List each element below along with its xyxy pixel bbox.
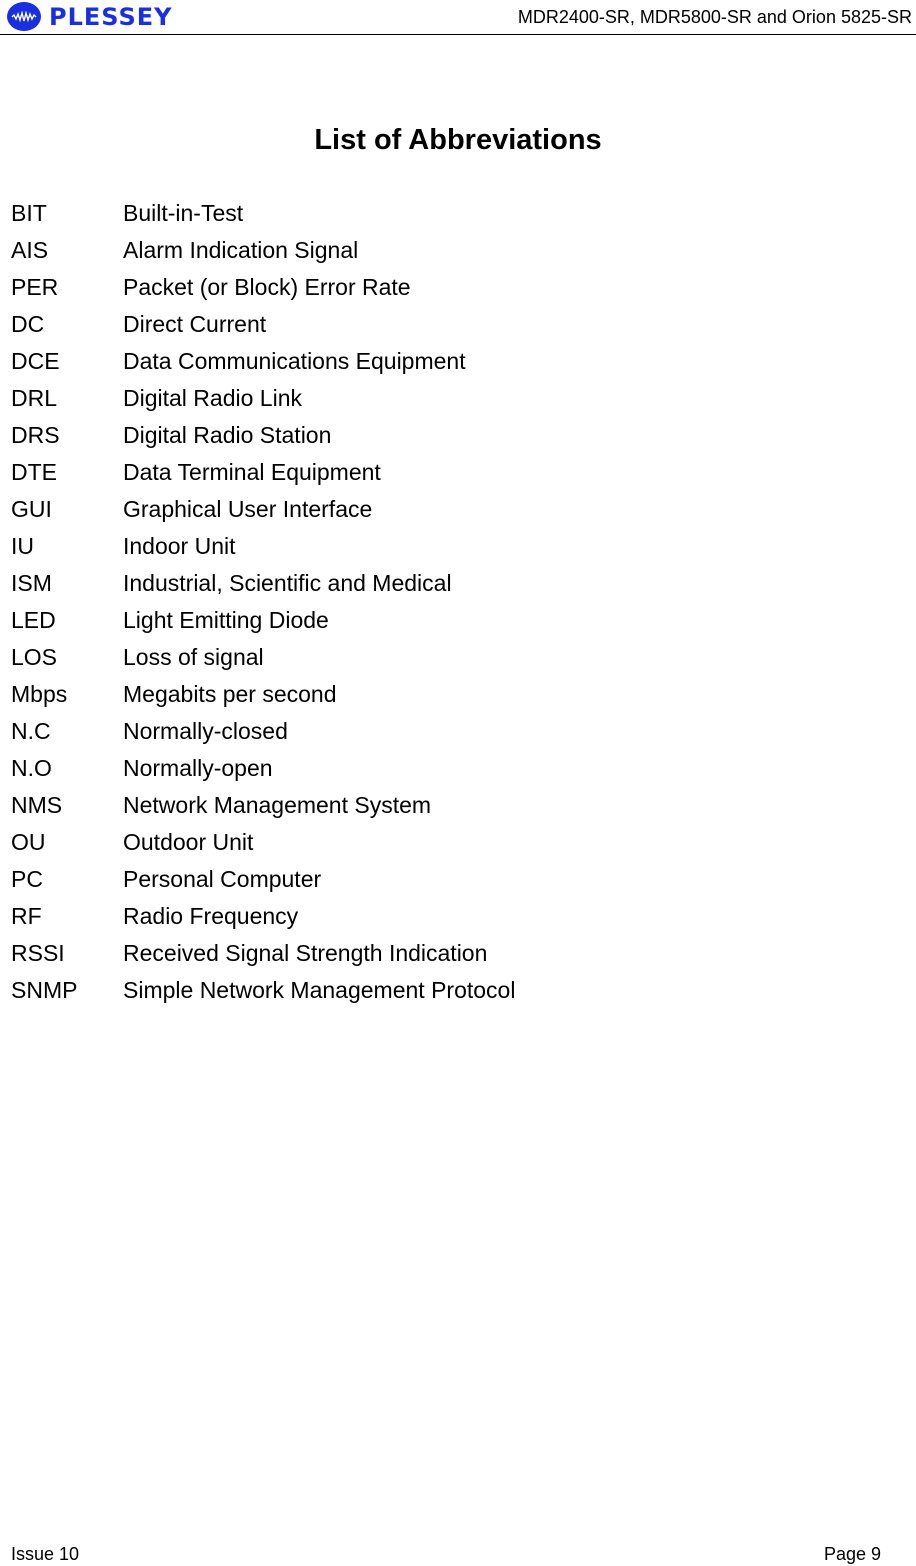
- page-number: Page 9: [823, 1544, 881, 1564]
- abbreviation-term: DC: [11, 311, 45, 337]
- abbreviation-row: PC Personal Computer: [11, 864, 515, 901]
- abbreviation-row: IU Indoor Unit: [11, 531, 515, 568]
- abbreviation-row: DTE Data Terminal Equipment: [11, 457, 515, 494]
- abbreviation-row: ISM Industrial, Scientific and Medical: [11, 568, 515, 605]
- abbreviation-term: AIS: [11, 237, 49, 263]
- abbreviation-meaning: Packet (or Block) Error Rate: [123, 274, 411, 300]
- abbreviation-term: GUI: [11, 496, 52, 522]
- abbreviation-row: BIT Built-in-Test: [11, 198, 515, 235]
- abbreviation-term: OU: [11, 829, 46, 855]
- abbreviation-term: LOS: [11, 644, 58, 670]
- abbreviation-meaning: Alarm Indication Signal: [123, 237, 359, 263]
- abbreviation-meaning: Received Signal Strength Indication: [123, 940, 488, 966]
- abbreviation-term: BIT: [11, 200, 47, 226]
- abbreviation-row: N.O Normally-open: [11, 753, 515, 790]
- abbreviation-row: OU Outdoor Unit: [11, 827, 515, 864]
- abbreviation-row: RSSI Received Signal Strength Indication: [11, 938, 515, 975]
- abbreviation-meaning: Outdoor Unit: [123, 829, 254, 855]
- abbreviation-term: N.O: [11, 755, 52, 781]
- abbreviation-meaning: Radio Frequency: [123, 903, 299, 929]
- abbreviation-meaning: Data Communications Equipment: [123, 348, 466, 374]
- abbreviation-term: DRS: [11, 422, 60, 448]
- abbreviation-term: NMS: [11, 792, 63, 818]
- document-title: MDR2400-SR, MDR5800-SR and Orion 5825-SR: [517, 7, 912, 27]
- abbreviation-row: N.C Normally-closed: [11, 716, 515, 753]
- abbreviation-meaning: Indoor Unit: [123, 533, 236, 559]
- abbreviation-row: LED Light Emitting Diode: [11, 605, 515, 642]
- logo-text: PLESSEY: [49, 2, 173, 31]
- abbreviation-term: RF: [11, 903, 42, 929]
- abbreviation-meaning: Digital Radio Link: [123, 385, 302, 411]
- abbreviation-row: DRS Digital Radio Station: [11, 420, 515, 457]
- abbreviation-term: DRL: [11, 385, 58, 411]
- abbreviation-row: DC Direct Current: [11, 309, 515, 346]
- abbreviation-meaning: Personal Computer: [123, 866, 322, 892]
- abbreviation-meaning: Normally-closed: [123, 718, 288, 744]
- abbreviation-term: Mbps: [11, 681, 68, 707]
- abbreviation-meaning: Loss of signal: [123, 644, 264, 670]
- plessey-logo: PLESSEY: [7, 2, 173, 31]
- abbreviation-term: N.C: [11, 718, 51, 744]
- abbreviation-meaning: Network Management System: [123, 792, 432, 818]
- abbreviation-row: DCE Data Communications Equipment: [11, 346, 515, 383]
- abbreviation-row: LOS Loss of signal: [11, 642, 515, 679]
- abbreviation-meaning: Data Terminal Equipment: [123, 459, 381, 485]
- abbreviation-row: SNMP Simple Network Management Protocol: [11, 975, 515, 1012]
- abbreviation-term: RSSI: [11, 940, 65, 966]
- issue-number: Issue 10: [11, 1544, 80, 1564]
- abbreviation-term: DCE: [11, 348, 60, 374]
- abbreviation-row: Mbps Megabits per second: [11, 679, 515, 716]
- abbreviation-meaning: Simple Network Management Protocol: [123, 977, 516, 1003]
- page-title: List of Abbreviations: [314, 124, 602, 156]
- abbreviation-row: NMS Network Management System: [11, 790, 515, 827]
- abbreviation-meaning: Graphical User Interface: [123, 496, 373, 522]
- abbreviation-row: GUI Graphical User Interface: [11, 494, 515, 531]
- abbreviation-term: ISM: [11, 570, 52, 596]
- abbreviation-term: IU: [11, 533, 34, 559]
- abbreviation-meaning: Megabits per second: [123, 681, 337, 707]
- abbreviation-term: LED: [11, 607, 56, 633]
- abbreviation-term: PER: [11, 274, 59, 300]
- abbreviation-row: AIS Alarm Indication Signal: [11, 235, 515, 272]
- abbreviation-meaning: Normally-open: [123, 755, 273, 781]
- waveform-badge-icon: [7, 2, 41, 31]
- abbreviation-term: PC: [11, 866, 43, 892]
- abbreviation-meaning: Built-in-Test: [123, 200, 244, 226]
- abbreviation-row: RF Radio Frequency: [11, 901, 515, 938]
- abbreviation-row: DRL Digital Radio Link: [11, 383, 515, 420]
- page-header: PLESSEY MDR2400-SR, MDR5800-SR and Orion…: [0, 0, 916, 35]
- abbreviation-row: PER Packet (or Block) Error Rate: [11, 272, 515, 309]
- abbreviation-meaning: Industrial, Scientific and Medical: [123, 570, 452, 596]
- abbreviation-meaning: Light Emitting Diode: [123, 607, 329, 633]
- abbreviation-meaning: Digital Radio Station: [123, 422, 332, 448]
- abbreviation-term: SNMP: [11, 977, 78, 1003]
- abbreviation-meaning: Direct Current: [123, 311, 267, 337]
- abbreviation-term: DTE: [11, 459, 57, 485]
- abbreviation-list: BIT Built-in-Test AIS Alarm Indication Sign…: [11, 198, 515, 1012]
